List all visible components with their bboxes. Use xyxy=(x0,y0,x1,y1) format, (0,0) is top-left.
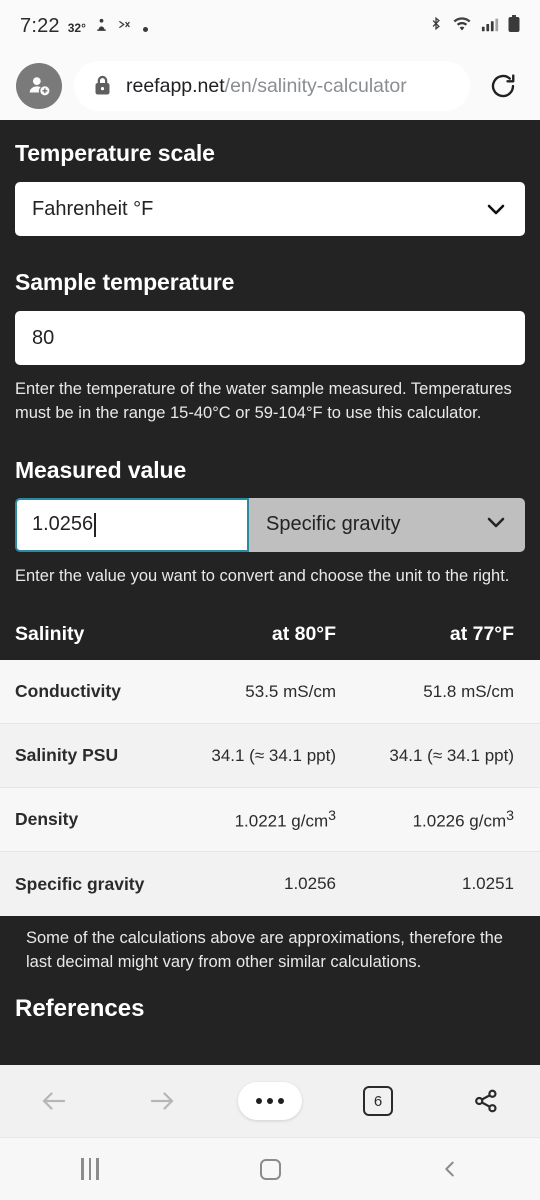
system-recents-button[interactable] xyxy=(0,1158,180,1180)
row-value-col1: 53.5 mS/cm xyxy=(184,659,362,725)
temperature-scale-value: Fahrenheit °F xyxy=(32,197,154,220)
text-cursor xyxy=(94,512,96,537)
column-header-at-sample-temp: at 80°F xyxy=(184,614,362,660)
column-header-at-reference-temp: at 77°F xyxy=(362,614,540,660)
status-temperature: 32° xyxy=(67,20,86,35)
results-table: Salinity at 80°F at 77°F Conductivity 53… xyxy=(0,614,540,916)
url-host: reefapp.net xyxy=(126,74,225,97)
row-value-col1: 34.1 (≈ 34.1 ppt) xyxy=(184,723,362,789)
system-navigation-bar xyxy=(0,1137,540,1200)
do-not-disturb-icon xyxy=(94,17,109,32)
nav-back-button[interactable] xyxy=(0,1086,108,1116)
row-value-col1: 1.0256 xyxy=(184,851,362,916)
url-path: /en/salinity-calculator xyxy=(224,74,407,97)
status-time: 7:22 xyxy=(20,14,60,37)
measured-value-row: 1.0256 Specific gravity xyxy=(15,497,525,552)
webpage-content: Temperature scale Fahrenheit °F Sample t… xyxy=(0,120,540,1065)
bluetooth-icon xyxy=(429,15,443,37)
row-value-col2: 1.0226 g/cm3 xyxy=(362,787,540,853)
chevron-down-icon xyxy=(484,197,508,221)
url-bar[interactable]: reefapp.net/en/salinity-calculator xyxy=(74,61,470,111)
temperature-scale-heading: Temperature scale xyxy=(15,140,215,166)
measured-unit-value: Specific gravity xyxy=(266,513,401,536)
wifi-icon xyxy=(452,15,472,37)
recents-icon xyxy=(81,1158,99,1180)
nav-share-button[interactable] xyxy=(432,1087,540,1115)
table-row: Specific gravity 1.0256 1.0251 xyxy=(0,851,540,916)
nav-tabs-button[interactable]: 6 xyxy=(324,1086,432,1116)
status-bar: 7:22 32° xyxy=(0,0,540,52)
row-value-col2: 34.1 (≈ 34.1 ppt) xyxy=(362,723,540,789)
url-text: reefapp.net/en/salinity-calculator xyxy=(126,75,407,98)
row-label: Specific gravity xyxy=(0,851,184,916)
measured-value-text: 1.0256 xyxy=(32,513,94,536)
status-bar-left: 7:22 32° xyxy=(20,15,429,38)
battery-icon xyxy=(508,14,520,38)
nav-menu-button[interactable] xyxy=(216,1082,324,1120)
system-back-button[interactable] xyxy=(360,1157,540,1181)
sample-temperature-value: 80 xyxy=(32,326,55,349)
column-header-salinity: Salinity xyxy=(0,614,184,660)
results-table-body: Conductivity 53.5 mS/cm 51.8 mS/cm Salin… xyxy=(0,659,540,916)
results-note: Some of the calculations above are appro… xyxy=(26,928,503,971)
measured-value-heading: Measured value xyxy=(15,456,187,483)
reload-icon[interactable] xyxy=(482,71,524,101)
share-icon xyxy=(475,1089,497,1113)
row-value-col2: 51.8 mS/cm xyxy=(362,659,540,725)
sample-temperature-heading: Sample temperature xyxy=(15,269,235,295)
home-icon xyxy=(259,1158,281,1180)
measured-value-input[interactable]: 1.0256 xyxy=(15,497,249,552)
table-row: Conductivity 53.5 mS/cm 51.8 mS/cm xyxy=(0,659,540,725)
mute-icon xyxy=(117,17,133,32)
browser-bottom-nav: 6 xyxy=(0,1065,540,1137)
table-row: Salinity PSU 34.1 (≈ 34.1 ppt) 34.1 (≈ 3… xyxy=(0,723,540,789)
system-home-button[interactable] xyxy=(180,1158,360,1180)
more-options-icon[interactable] xyxy=(238,1082,302,1120)
references-heading: References xyxy=(15,994,145,1022)
sample-temperature-input[interactable]: 80 xyxy=(15,311,525,365)
row-value-col2-superscript: 3 xyxy=(506,807,514,824)
measured-unit-select[interactable]: Specific gravity xyxy=(249,497,525,552)
row-label: Salinity PSU xyxy=(0,723,184,789)
temperature-scale-select[interactable]: Fahrenheit °F xyxy=(15,182,525,236)
row-value-col1: 1.0221 g/cm3 xyxy=(184,787,362,853)
phone-screen: 7:22 32° reefapp.net/en/salinity-calcula… xyxy=(0,0,540,1200)
table-row: Density 1.0221 g/cm3 1.0226 g/cm3 xyxy=(0,787,540,853)
chevron-down-icon xyxy=(484,510,508,540)
table-header-row: Salinity at 80°F at 77°F xyxy=(0,614,540,660)
status-bar-right xyxy=(429,14,520,38)
measured-value-help: Enter the value you want to convert and … xyxy=(15,566,510,585)
browser-toolbar: reefapp.net/en/salinity-calculator xyxy=(0,52,540,120)
dot-icon xyxy=(142,26,148,32)
row-value-col2-text: 1.0226 g/cm xyxy=(412,811,507,831)
back-chevron-icon xyxy=(445,1161,454,1177)
row-value-col1-text: 1.0221 g/cm xyxy=(234,811,329,831)
sample-temperature-help: Enter the temperature of the water sampl… xyxy=(15,380,512,422)
add-person-icon[interactable] xyxy=(16,63,62,109)
row-label: Density xyxy=(0,787,184,853)
row-value-col2: 1.0251 xyxy=(362,851,540,916)
lock-icon xyxy=(92,74,113,98)
nav-forward-button[interactable] xyxy=(108,1086,216,1116)
row-value-col1-superscript: 3 xyxy=(328,807,336,824)
signal-icon xyxy=(481,16,499,37)
tab-count-badge[interactable]: 6 xyxy=(363,1086,393,1116)
row-label: Conductivity xyxy=(0,659,184,725)
